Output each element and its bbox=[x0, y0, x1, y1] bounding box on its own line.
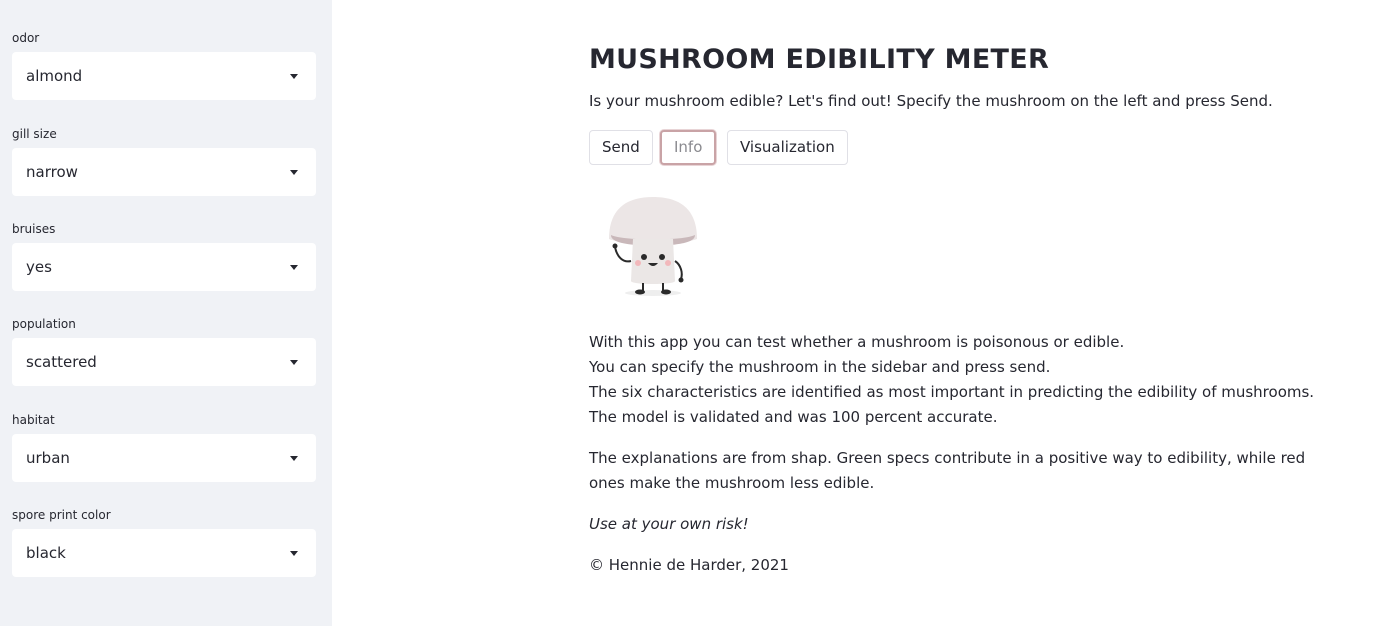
chevron-down-icon bbox=[290, 265, 298, 270]
info-line: With this app you can test whether a mus… bbox=[589, 333, 1125, 351]
spore-print-color-select[interactable]: black bbox=[12, 529, 316, 577]
info-line: You can specify the mushroom in the side… bbox=[589, 358, 1051, 376]
explanation-line: The explanations are from shap. Green sp… bbox=[589, 449, 1306, 467]
odor-select[interactable]: almond bbox=[12, 52, 316, 100]
page-subtitle: Is your mushroom edible? Let's find out!… bbox=[589, 92, 1273, 110]
spore-print-color-label: spore print color bbox=[12, 508, 111, 522]
gill-size-label: gill size bbox=[12, 127, 57, 141]
odor-select-value: almond bbox=[26, 67, 83, 85]
chevron-down-icon bbox=[290, 360, 298, 365]
gill-size-select[interactable]: narrow bbox=[12, 148, 316, 196]
info-button[interactable]: Info bbox=[660, 130, 717, 165]
odor-label: odor bbox=[12, 31, 40, 45]
chevron-down-icon bbox=[290, 170, 298, 175]
bruises-select[interactable]: yes bbox=[12, 243, 316, 291]
chevron-down-icon bbox=[290, 456, 298, 461]
page-title: MUSHROOM EDIBILITY METER bbox=[589, 44, 1050, 75]
habitat-select[interactable]: urban bbox=[12, 434, 316, 482]
bruises-label: bruises bbox=[12, 222, 56, 236]
visualization-button[interactable]: Visualization bbox=[727, 130, 848, 165]
send-button[interactable]: Send bbox=[589, 130, 653, 165]
sidebar: odor almond gill size narrow bruises yes… bbox=[0, 0, 332, 626]
copyright-text: © Hennie de Harder, 2021 bbox=[589, 556, 789, 574]
explanation-line: ones make the mushroom less edible. bbox=[589, 474, 875, 492]
chevron-down-icon bbox=[290, 551, 298, 556]
population-select-value: scattered bbox=[26, 353, 97, 371]
info-line: The six characteristics are identified a… bbox=[589, 383, 1315, 401]
habitat-select-value: urban bbox=[26, 449, 70, 467]
spore-print-color-field: spore print color black bbox=[12, 507, 316, 577]
population-select[interactable]: scattered bbox=[12, 338, 316, 386]
gill-size-select-value: narrow bbox=[26, 163, 78, 181]
bruises-select-value: yes bbox=[26, 258, 52, 276]
info-line: The model is validated and was 100 perce… bbox=[589, 408, 998, 426]
habitat-field: habitat urban bbox=[12, 412, 316, 482]
info-paragraph: With this app you can test whether a mus… bbox=[589, 330, 1314, 430]
odor-field: odor almond bbox=[12, 30, 316, 100]
chevron-down-icon bbox=[290, 74, 298, 79]
spore-print-color-select-value: black bbox=[26, 544, 66, 562]
gill-size-field: gill size narrow bbox=[12, 126, 316, 196]
risk-warning: Use at your own risk! bbox=[589, 515, 749, 533]
population-field: population scattered bbox=[12, 316, 316, 386]
population-label: population bbox=[12, 317, 76, 331]
explanation-paragraph: The explanations are from shap. Green sp… bbox=[589, 446, 1305, 496]
habitat-label: habitat bbox=[12, 413, 55, 427]
bruises-field: bruises yes bbox=[12, 221, 316, 291]
mushroom-mascot-image bbox=[609, 197, 697, 296]
